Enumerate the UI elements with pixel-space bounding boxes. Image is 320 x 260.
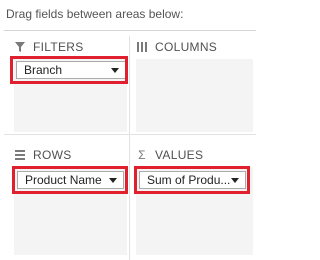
values-area[interactable]: Σ VALUES [136,145,253,255]
product-name-highlight [12,166,128,194]
filters-label: FILTERS [33,40,84,54]
values-label: VALUES [155,148,204,162]
filters-area[interactable]: FILTERS [14,37,127,132]
vertical-separator [129,36,130,260]
rows-icon [14,149,26,161]
rows-area[interactable]: ROWS [14,145,127,255]
columns-label: COLUMNS [155,40,218,54]
columns-icon [136,41,148,53]
rows-header: ROWS [14,145,72,165]
columns-drop-zone[interactable] [136,59,253,132]
filters-header: FILTERS [14,37,84,57]
values-header: Σ VALUES [136,145,203,165]
rows-label: ROWS [33,148,72,162]
sum-of-product-highlight [134,166,250,194]
sigma-icon: Σ [138,148,146,162]
columns-area[interactable]: COLUMNS [136,37,253,132]
horizontal-separator [4,134,256,135]
funnel-icon [14,41,26,53]
branch-highlight [10,56,128,84]
instruction-text: Drag fields between areas below: [6,7,184,21]
header-divider [4,30,256,31]
columns-header: COLUMNS [136,37,217,57]
